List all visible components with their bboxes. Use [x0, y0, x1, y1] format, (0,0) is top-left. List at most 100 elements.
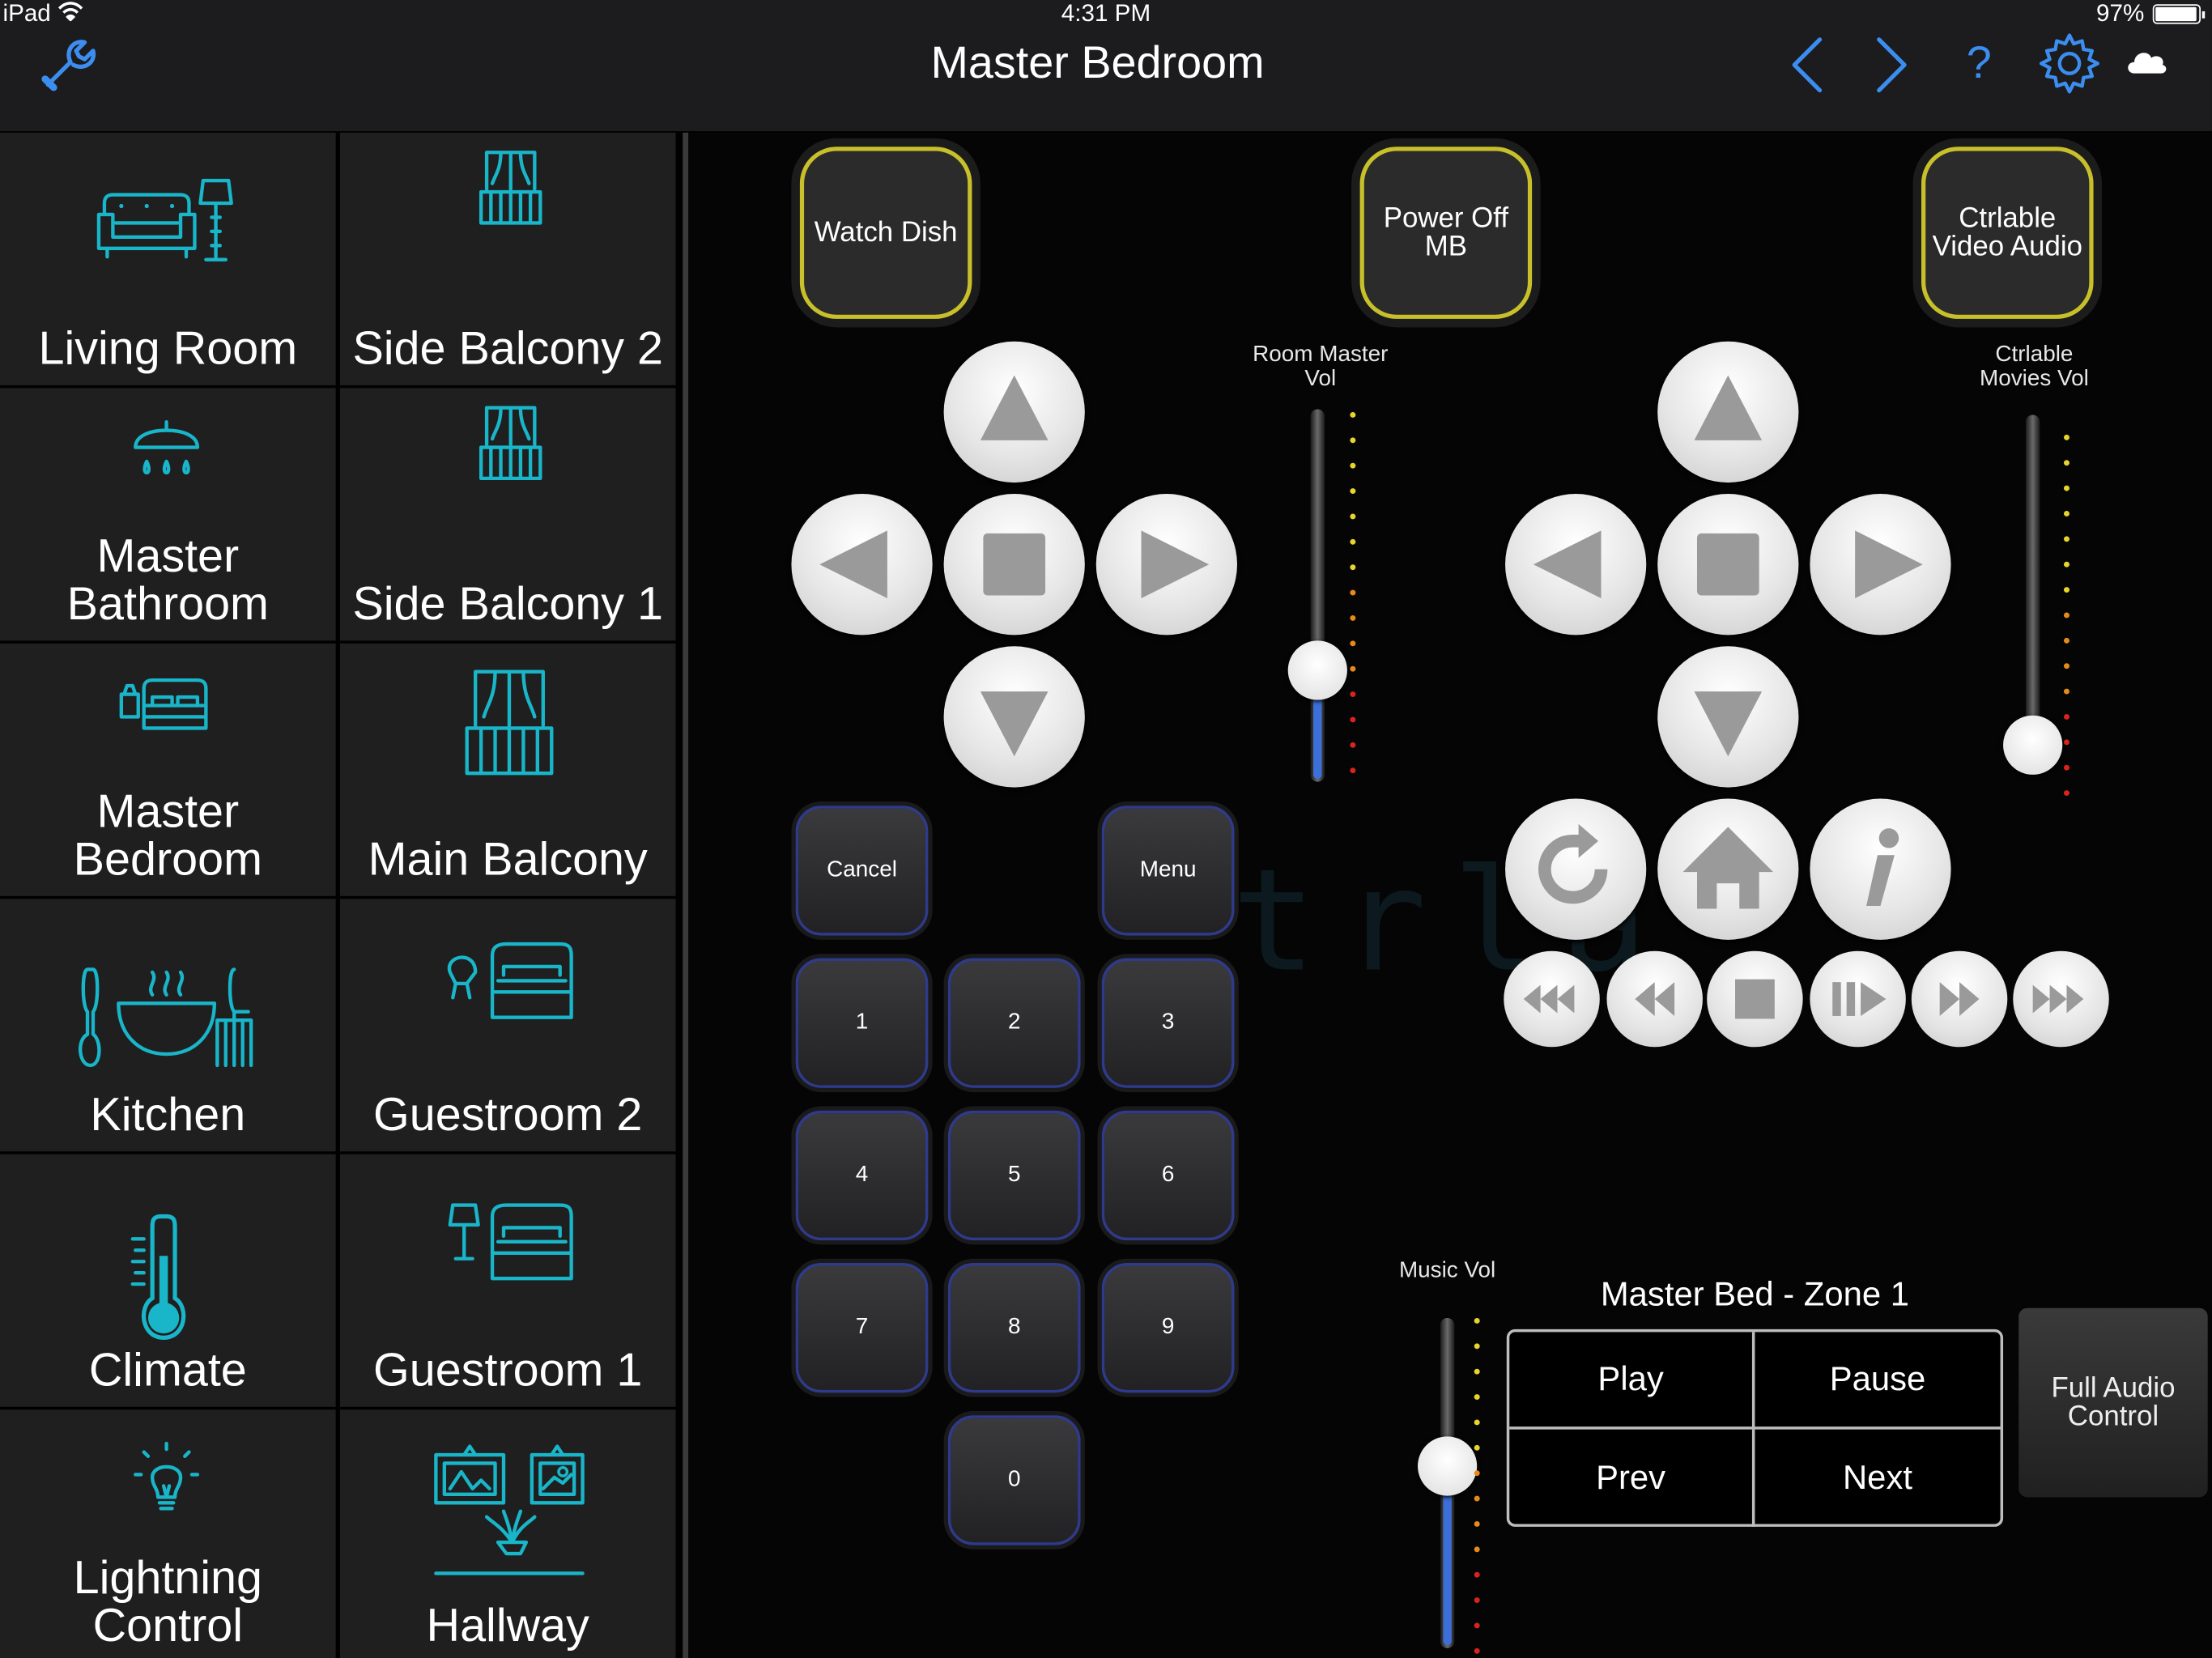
key-1[interactable]: 1: [795, 958, 929, 1088]
gear-icon[interactable]: [2037, 31, 2102, 96]
meter-dot: [2063, 663, 2069, 670]
guest-bed-icon: [448, 1203, 573, 1281]
room-tile-guestroom-1[interactable]: Guestroom 1: [339, 1154, 676, 1407]
arrow-down-icon: [980, 691, 1049, 757]
prev-button[interactable]: Prev: [1509, 1429, 1755, 1527]
room-label: Living Room: [38, 321, 298, 374]
status-bar: iPad 4:31 PM 97%: [0, 0, 2212, 31]
room-tile-side-balcony-2[interactable]: Side Balcony 2: [339, 132, 676, 385]
forward-chevron-icon[interactable]: [1870, 34, 1912, 96]
pause-button[interactable]: Pause: [1755, 1332, 2001, 1430]
home-button[interactable]: [1657, 798, 1799, 940]
room-tile-main-balcony[interactable]: Main Balcony: [339, 643, 676, 896]
controllable-av-button[interactable]: Ctrlable Video Audio: [1921, 147, 2094, 319]
key-8[interactable]: 8: [947, 1262, 1081, 1393]
meter-dot: [1350, 462, 1356, 469]
meter-dot: [1474, 1368, 1480, 1375]
room-list: Living Room Side Balcony 2 Master Bathro…: [0, 132, 683, 1658]
meter-dot: [1474, 1622, 1480, 1629]
battery-icon: [2152, 4, 2206, 24]
key-2[interactable]: 2: [947, 958, 1081, 1088]
up-button[interactable]: [943, 341, 1085, 483]
meter-dot: [2063, 587, 2069, 593]
back-button[interactable]: [1505, 798, 1647, 940]
movies-vol-thumb[interactable]: [2003, 715, 2063, 775]
level-meter: [1474, 1317, 1480, 1658]
meter-dot: [1350, 488, 1356, 495]
key-5[interactable]: 5: [947, 1110, 1081, 1241]
room-label: Hallway: [426, 1598, 589, 1652]
room-label: Master Bedroom: [73, 784, 262, 885]
thermometer-icon: [130, 1214, 186, 1340]
select-button-2[interactable]: [1657, 494, 1799, 636]
room-tile-master-bathroom[interactable]: Master Bathroom: [0, 388, 336, 641]
cloud-icon[interactable]: [2123, 45, 2168, 76]
help-icon[interactable]: ?: [1967, 36, 1992, 88]
cancel-button[interactable]: Cancel: [795, 806, 929, 936]
meter-dot: [2063, 536, 2069, 542]
play-pause-button[interactable]: [1810, 950, 1906, 1048]
room-label: Main Balcony: [368, 832, 648, 885]
app-screen: Master Bedroom ? iPad 4:31 PM 97% Living…: [0, 0, 2212, 1658]
select-button[interactable]: [943, 494, 1085, 636]
wrench-icon[interactable]: [36, 36, 99, 93]
watch-dish-button[interactable]: Watch Dish: [799, 147, 972, 319]
key-7[interactable]: 7: [795, 1262, 929, 1393]
play-button[interactable]: Play: [1509, 1332, 1755, 1430]
info-button[interactable]: [1810, 798, 1951, 940]
stop-icon: [1696, 533, 1759, 596]
replay-icon: [1538, 823, 1608, 904]
meter-dot: [2063, 561, 2069, 568]
menu-button[interactable]: Menu: [1101, 806, 1235, 936]
power-off-button[interactable]: Power Off MB: [1359, 147, 1533, 319]
room-tile-master-bedroom[interactable]: Master Bedroom: [0, 643, 336, 896]
skip-back-icon: [1523, 984, 1575, 1014]
up-button-2[interactable]: [1657, 341, 1799, 483]
left-button-2[interactable]: [1505, 494, 1647, 636]
key-6[interactable]: 6: [1101, 1110, 1235, 1241]
room-tile-lightning-control[interactable]: Lightning Control: [0, 1409, 336, 1658]
hallway-icon: [434, 1444, 585, 1575]
right-button[interactable]: [1095, 494, 1237, 636]
skip-back-button[interactable]: [1504, 950, 1600, 1048]
level-meter: [1350, 411, 1356, 793]
meter-dot: [1474, 1419, 1480, 1426]
level-meter: [2063, 434, 2069, 816]
next-button[interactable]: Next: [1755, 1430, 2000, 1527]
meter-dot: [1350, 564, 1356, 571]
room-tile-living-room[interactable]: Living Room: [0, 132, 336, 385]
movies-vol-label: Ctrlable Movies Vol: [1979, 342, 2089, 391]
room-tile-side-balcony-1[interactable]: Side Balcony 1: [339, 388, 676, 641]
zone-controls: Play Pause Prev Next: [1506, 1329, 2004, 1527]
key-4[interactable]: 4: [795, 1110, 929, 1241]
down-button[interactable]: [943, 646, 1085, 788]
meter-dot: [1350, 513, 1356, 520]
key-3[interactable]: 3: [1101, 958, 1235, 1088]
right-button-2[interactable]: [1810, 494, 1951, 636]
key-9[interactable]: 9: [1101, 1262, 1235, 1393]
meter-dot: [1350, 716, 1356, 723]
room-master-vol-thumb[interactable]: [1287, 640, 1347, 700]
page-title: Master Bedroom: [930, 36, 1265, 88]
back-chevron-icon[interactable]: [1786, 34, 1828, 96]
room-tile-hallway[interactable]: Hallway: [339, 1409, 676, 1658]
battery-status: 97%: [2096, 0, 2206, 28]
key-0[interactable]: 0: [947, 1415, 1081, 1545]
full-audio-control-button[interactable]: Full Audio Control: [2018, 1307, 2208, 1498]
room-label: Guestroom 1: [373, 1343, 643, 1396]
fast-forward-button[interactable]: [1911, 950, 2008, 1048]
down-button-2[interactable]: [1657, 646, 1799, 788]
room-tile-guestroom-2[interactable]: Guestroom 2: [339, 899, 676, 1152]
left-button[interactable]: [791, 494, 933, 636]
room-label: Climate: [88, 1343, 247, 1396]
meter-dot: [2063, 764, 2069, 771]
room-master-vol-track[interactable]: [1310, 409, 1325, 782]
music-vol-thumb[interactable]: [1418, 1436, 1478, 1497]
room-tile-climate[interactable]: Climate: [0, 1154, 336, 1407]
room-tile-kitchen[interactable]: Kitchen: [0, 899, 336, 1152]
skip-forward-button[interactable]: [2013, 950, 2109, 1048]
stop-icon: [983, 533, 1046, 596]
arrow-left-icon: [819, 530, 887, 599]
rewind-button[interactable]: [1606, 950, 1703, 1048]
stop-button[interactable]: [1707, 950, 1803, 1048]
